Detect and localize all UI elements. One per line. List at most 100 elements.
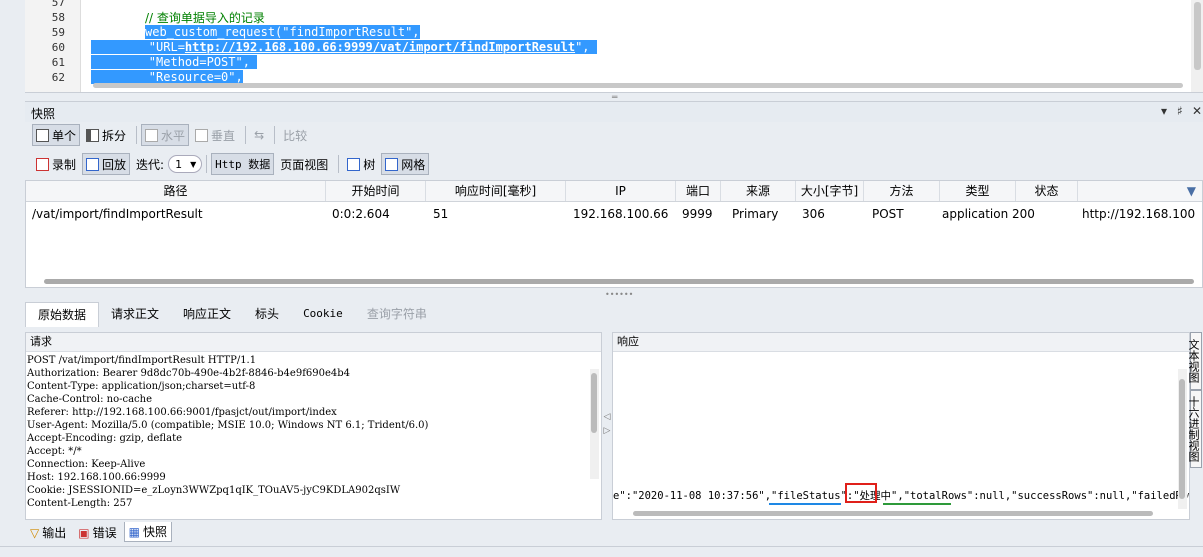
request-grid: 路径 开始时间 响应时间[毫秒] IP 端口 来源 大小[字节] 方法 类型 状… [25, 180, 1203, 288]
tab-output[interactable]: ▽ 输出 [25, 522, 71, 543]
code-url-link[interactable]: http://192.168.100.66:9999/vat/import/fi… [185, 40, 575, 54]
response-text: e":"2020-11-08 10:37:56","fileStatus":"处… [613, 490, 1190, 502]
request-vertical-scrollbar[interactable] [590, 369, 599, 479]
cell-type: application [942, 207, 1009, 221]
grid-icon [385, 157, 399, 171]
column-header[interactable]: 来源 [721, 181, 796, 201]
column-header[interactable]: 路径 [26, 181, 326, 201]
cell-status: 200 [1012, 207, 1035, 221]
tab-text-view[interactable]: 文本视图 [1187, 332, 1202, 390]
column-header[interactable]: 方法 [864, 181, 940, 201]
detail-tabs: 原始数据 请求正文 响应正文 标头 Cookie 查询字符串 [25, 302, 439, 327]
panel-menu-icon[interactable]: ▾ [1161, 104, 1167, 118]
column-header[interactable]: 大小[字节] [796, 181, 864, 201]
status-bar [0, 546, 1203, 557]
snapshot-panel-title: 快照 ▾ ♯ ✕ [25, 101, 1203, 122]
vertical-button[interactable]: 垂直 [191, 124, 239, 146]
code-comment: // 查询单据导入的记录 [145, 11, 265, 25]
horizontal-button[interactable]: 水平 [141, 124, 190, 146]
request-line: Referer: http://192.168.100.66:9001/fpas… [27, 407, 337, 418]
column-header[interactable]: 类型 [940, 181, 1016, 201]
swap-button[interactable]: ⇆ [250, 124, 268, 146]
code-line-prefix: "URL= [148, 40, 185, 54]
tree-view-button[interactable]: 树 [343, 153, 379, 175]
line-number: 58 [51, 11, 65, 24]
request-pane[interactable]: 请求 POST /vat/import/findImportResult HTT… [25, 332, 602, 520]
request-line: Host: 192.168.100.66:9999 [27, 472, 166, 483]
column-header[interactable]: 端口 [676, 181, 721, 201]
request-line: Accept-Encoding: gzip, deflate [27, 433, 183, 444]
tab-snapshot[interactable]: ▦ 快照 [123, 522, 172, 542]
column-header[interactable]: 状态 [1016, 181, 1078, 201]
cell-path: /vat/import/findImportResult [32, 207, 203, 221]
tab-response-body[interactable]: 响应正文 [171, 302, 243, 326]
left-dock-strip [0, 0, 24, 556]
highlight-box [845, 483, 877, 503]
request-line: Content-Length: 257 [27, 498, 133, 509]
line-number: 59 [51, 26, 65, 39]
line-number: 62 [51, 71, 65, 84]
error-icon: ▣ [78, 525, 90, 540]
editor-horizontal-scrollbar[interactable] [85, 80, 1195, 90]
splitter-grip[interactable]: •••••• [605, 290, 633, 299]
tab-errors[interactable]: ▣ 错误 [73, 522, 121, 543]
tab-query-string[interactable]: 查询字符串 [355, 302, 439, 326]
replay-button[interactable]: 回放 [82, 153, 131, 175]
filter-icon[interactable]: ▼ [1187, 181, 1196, 201]
line-number: 61 [51, 56, 65, 69]
response-pane-header: 响应 [613, 333, 1189, 352]
cell-port: 9999 [682, 207, 713, 221]
http-data-button[interactable]: Http 数据 [211, 153, 275, 175]
cell-url: http://192.168.100.66 [1082, 207, 1196, 221]
compare-button[interactable]: 比较 [279, 124, 311, 146]
code-editor[interactable]: 57 58 59 60 61 62 // 查询单据导入的记录 web_custo… [25, 0, 1203, 93]
iteration-dropdown[interactable]: 1 ▼ [168, 155, 203, 173]
panel-title: 快照 [31, 107, 56, 121]
request-pane-header: 请求 [26, 333, 601, 352]
single-view-button[interactable]: 单个 [32, 124, 81, 146]
close-icon[interactable]: ✕ [1192, 104, 1202, 118]
response-horizontal-scrollbar[interactable] [613, 509, 1173, 517]
line-number-gutter: 57 58 59 60 61 62 [25, 0, 81, 92]
cell-start-time: 0:0:2.604 [332, 207, 390, 221]
tab-headers[interactable]: 标头 [243, 302, 291, 326]
column-header[interactable]: 开始时间 [326, 181, 426, 201]
request-line: POST /vat/import/findImportResult HTTP/1… [27, 355, 257, 366]
grid-header: 路径 开始时间 响应时间[毫秒] IP 端口 来源 大小[字节] 方法 类型 状… [26, 181, 1202, 202]
tab-raw-data[interactable]: 原始数据 [25, 302, 100, 327]
record-icon [36, 157, 49, 171]
request-line: Connection: Keep-Alive [27, 459, 146, 470]
split-view-button[interactable]: 拆分 [82, 124, 130, 146]
snapshot-toolbar: 录制 回放 迭代: 1 ▼ Http 数据 页面视图 树 网格 [32, 153, 431, 175]
green-underline [883, 503, 951, 505]
code-line-suffix: ", [575, 40, 590, 54]
code-line: web_custom_request("findImportResult", [145, 25, 420, 39]
grid-horizontal-scrollbar[interactable] [26, 275, 1202, 287]
pane-collapse-arrows[interactable]: ◁ ▷ [602, 410, 612, 438]
tab-hex-view[interactable]: 十六进制视图 [1187, 390, 1202, 468]
column-header[interactable]: 响应时间[毫秒] [426, 181, 566, 201]
code-line: "Method=POST", [148, 55, 250, 69]
column-header[interactable]: IP [566, 181, 676, 201]
column-header[interactable]: ▼ [1078, 181, 1202, 201]
tree-icon [347, 157, 361, 171]
chevron-down-icon: ▼ [190, 159, 197, 169]
single-pane-icon [36, 128, 49, 142]
tab-request-body[interactable]: 请求正文 [99, 302, 171, 326]
view-mode-tabs: 文本视图 十六进制视图 [1187, 332, 1203, 468]
tab-cookie[interactable]: Cookie [291, 302, 355, 326]
page-view-button[interactable]: 页面视图 [276, 153, 332, 175]
bottom-panel-tabs: ▽ 输出 ▣ 错误 ▦ 快照 [25, 522, 174, 542]
record-button[interactable]: 录制 [32, 153, 80, 175]
pin-icon[interactable]: ♯ [1177, 104, 1183, 118]
editor-vertical-scrollbar[interactable] [1191, 0, 1203, 92]
request-line: User-Agent: Mozilla/5.0 (compatible; MSI… [27, 420, 429, 431]
vertical-icon [195, 128, 209, 142]
request-line: Cookie: JSESSIONID=e_zLoyn3WWZpq1qIK_TOu… [27, 485, 401, 496]
snapshot-icon: ▦ [128, 524, 140, 539]
cell-response-time: 51 [433, 207, 449, 221]
cell-source: Primary [732, 207, 779, 221]
cell-ip: 192.168.100.66 [573, 207, 669, 221]
grid-view-button[interactable]: 网格 [381, 153, 430, 175]
response-pane[interactable]: 响应 e":"2020-11-08 10:37:56","fileStatus"… [612, 332, 1190, 520]
